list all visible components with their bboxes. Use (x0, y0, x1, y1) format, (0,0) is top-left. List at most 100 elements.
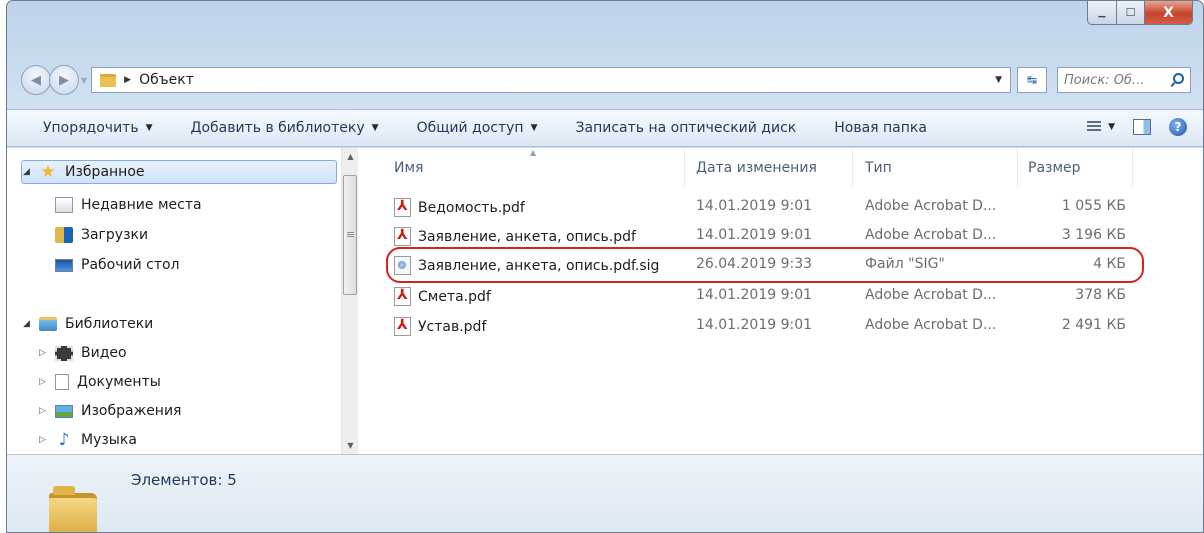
folder-icon (100, 73, 117, 87)
file-size: 3 196 КБ (1061, 227, 1126, 243)
organize-label: Упорядочить (43, 120, 139, 136)
minimize-button[interactable]: ▁ (1087, 1, 1117, 25)
burn-button[interactable]: Записать на оптический диск (576, 120, 797, 136)
documents-icon (55, 374, 69, 390)
column-header-date[interactable]: Дата изменения (696, 160, 817, 176)
column-header-name[interactable]: Имя (394, 160, 423, 176)
highlight-annotation (386, 247, 1144, 283)
search-placeholder: Поиск: Об... (1064, 72, 1145, 88)
file-name-cell: Устав.pdf (394, 317, 486, 336)
address-bar[interactable]: ▶ Объект ▼ (91, 67, 1011, 93)
view-controls: ▼ ? (1087, 118, 1187, 136)
refresh-icon: ↹ (1026, 73, 1038, 87)
nav-pictures[interactable]: ▷ Изображения (39, 399, 181, 423)
forward-button[interactable]: ▶ (49, 65, 79, 95)
close-icon: X (1163, 4, 1174, 21)
recent-pages-dropdown[interactable]: ▼ (81, 76, 87, 85)
refresh-button[interactable]: ↹ (1017, 67, 1047, 93)
file-type: Adobe Acrobat D... (865, 287, 997, 303)
change-view-button[interactable]: ▼ (1087, 121, 1115, 133)
nav-item-label: Недавние места (81, 197, 202, 213)
nav-item-label: Рабочий стол (81, 257, 180, 273)
search-input[interactable]: Поиск: Об... (1057, 67, 1191, 93)
close-button[interactable]: X (1145, 1, 1193, 25)
pdf-icon (394, 227, 411, 246)
grip-icon (346, 232, 354, 238)
scrollbar-thumb[interactable] (343, 175, 357, 295)
nav-videos[interactable]: ▷ Видео (39, 341, 127, 365)
chevron-down-icon: ▼ (371, 123, 379, 133)
file-date: 14.01.2019 9:01 (696, 198, 813, 214)
help-icon[interactable]: ? (1169, 118, 1187, 136)
column-header-type[interactable]: Тип (865, 160, 892, 176)
column-headers: ▲ Имя Дата изменения Тип Размер (358, 148, 1203, 186)
share-button[interactable]: Общий доступ ▼ (417, 120, 538, 136)
new-folder-button[interactable]: Новая папка (834, 120, 927, 136)
search-icon[interactable] (1171, 73, 1184, 87)
nav-documents[interactable]: ▷ Документы (39, 370, 161, 394)
forward-arrow-icon: ▶ (59, 72, 69, 88)
file-type: Adobe Acrobat D... (865, 227, 997, 243)
file-size: 378 КБ (1075, 287, 1126, 303)
pdf-icon (394, 317, 411, 336)
video-icon (55, 345, 73, 361)
file-name: Заявление, анкета, опись.pdf (418, 228, 636, 245)
share-label: Общий доступ (416, 120, 524, 136)
nav-favorites[interactable]: ◢ ★ Избранное (21, 160, 337, 184)
scroll-down-icon[interactable]: ▼ (342, 437, 359, 454)
nav-item-label: Загрузки (81, 227, 149, 243)
breadcrumb-arrow-icon[interactable]: ▶ (124, 75, 131, 85)
star-icon: ★ (40, 162, 56, 182)
file-size: 2 491 КБ (1061, 317, 1126, 333)
music-icon: ♪ (58, 430, 70, 450)
expand-arrow-icon[interactable]: ▷ (39, 406, 49, 416)
file-size: 1 055 КБ (1061, 198, 1126, 214)
chevron-down-icon: ▼ (145, 123, 153, 133)
expand-arrow-icon[interactable]: ▷ (39, 348, 49, 358)
nav-desktop[interactable]: Рабочий стол (55, 253, 180, 277)
expand-arrow-icon[interactable]: ▷ (39, 377, 49, 387)
chevron-down-icon: ▼ (1108, 122, 1115, 132)
file-list: ▲ Имя Дата изменения Тип Размер Ведомост… (358, 148, 1203, 454)
file-type: Adobe Acrobat D... (865, 198, 997, 214)
organize-button[interactable]: Упорядочить ▼ (43, 120, 153, 136)
libraries-icon (39, 317, 57, 331)
file-name-cell: Ведомость.pdf (394, 198, 525, 217)
new-folder-label: Новая папка (834, 120, 927, 136)
folder-icon (49, 486, 97, 532)
nav-downloads[interactable]: Загрузки (55, 223, 148, 247)
column-divider[interactable] (1132, 148, 1133, 186)
column-divider[interactable] (852, 148, 853, 186)
window-controls: ▁ ☐ X (1087, 1, 1193, 25)
file-type: Adobe Acrobat D... (865, 317, 997, 333)
file-row[interactable]: Смета.pdf 14.01.2019 9:01 Adobe Acrobat … (358, 281, 1203, 311)
expand-arrow-icon[interactable]: ◢ (23, 167, 33, 177)
maximize-button[interactable]: ☐ (1117, 1, 1145, 25)
views-icon (1087, 121, 1102, 133)
breadcrumb-current[interactable]: Объект (139, 72, 194, 88)
column-divider[interactable] (1017, 148, 1018, 186)
file-row[interactable]: Устав.pdf 14.01.2019 9:01 Adobe Acrobat … (358, 311, 1203, 341)
address-row: ◀ ▶ ▼ ▶ Объект ▼ ↹ Поиск: Об... (21, 63, 1191, 97)
nav-item-label: Изображения (81, 403, 182, 419)
nav-libraries[interactable]: ◢ Библиотеки (23, 312, 153, 336)
back-button[interactable]: ◀ (21, 65, 51, 95)
nav-music[interactable]: ▷ ♪ Музыка (39, 428, 137, 452)
pdf-icon (394, 287, 411, 306)
file-name-cell: Смета.pdf (394, 287, 491, 306)
expand-arrow-icon[interactable]: ◢ (23, 319, 33, 329)
scroll-up-icon[interactable]: ▲ (342, 148, 359, 165)
nav-item-label: Видео (81, 345, 127, 361)
preview-pane-icon[interactable] (1133, 119, 1151, 135)
downloads-icon (55, 227, 73, 243)
column-header-size[interactable]: Размер (1028, 160, 1081, 176)
add-to-library-button[interactable]: Добавить в библиотеку ▼ (191, 120, 379, 136)
file-name: Ведомость.pdf (418, 199, 525, 216)
file-row[interactable]: Ведомость.pdf 14.01.2019 9:01 Adobe Acro… (358, 192, 1203, 222)
address-dropdown-icon[interactable]: ▼ (995, 75, 1002, 85)
maximize-icon: ☐ (1125, 6, 1136, 19)
column-divider[interactable] (684, 148, 685, 186)
expand-arrow-icon[interactable]: ▷ (39, 435, 49, 445)
nav-scrollbar[interactable]: ▲ ▼ (341, 148, 358, 454)
nav-recent-places[interactable]: Недавние места (55, 193, 202, 217)
